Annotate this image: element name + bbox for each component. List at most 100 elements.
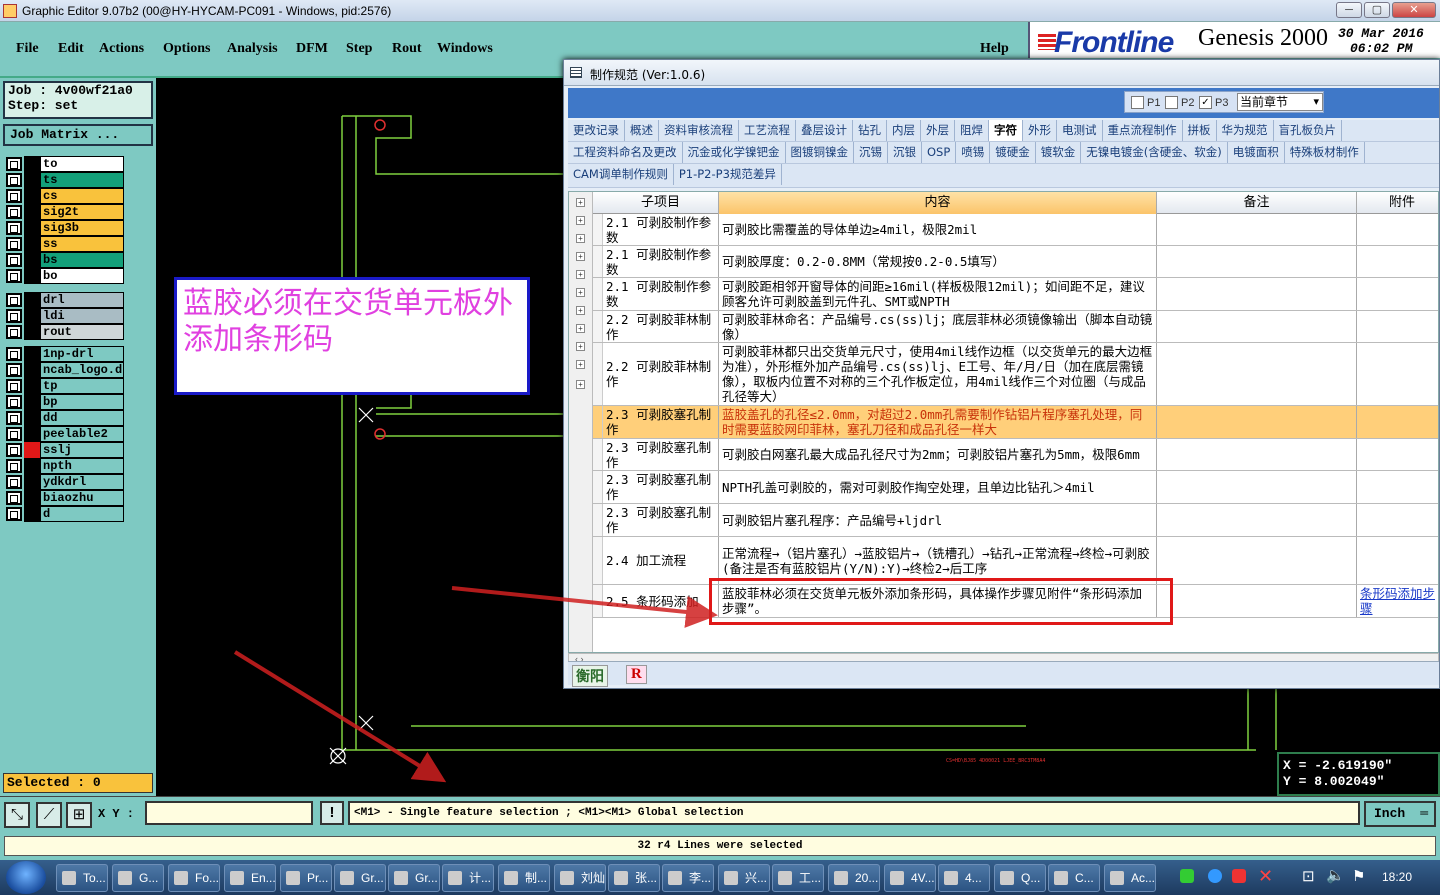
layer-color-chip[interactable]: [24, 156, 40, 172]
layer-visibility-checkbox[interactable]: [6, 491, 22, 505]
tab-item[interactable]: 叠层设计: [796, 120, 853, 141]
layer-color-chip[interactable]: [24, 308, 40, 324]
footer-tab-hengyang[interactable]: 衡阳: [572, 665, 608, 687]
layer-color-chip[interactable]: [24, 324, 40, 340]
filter-p1-checkbox[interactable]: [1131, 96, 1144, 109]
taskbar-app[interactable]: 制...: [498, 864, 550, 892]
layer-visibility-checkbox[interactable]: [6, 269, 22, 283]
layer-color-chip[interactable]: [24, 490, 40, 506]
cell-attachment-link[interactable]: [1357, 343, 1438, 405]
expand-icon[interactable]: +: [576, 216, 585, 225]
expand-icon[interactable]: +: [576, 324, 585, 333]
taskbar-app[interactable]: 兴...: [718, 864, 770, 892]
layer-color-chip[interactable]: [24, 268, 40, 284]
tab-item[interactable]: 沉锡: [854, 142, 888, 163]
row-indicator[interactable]: [593, 471, 603, 503]
layer-row[interactable]: rout: [6, 324, 124, 340]
tray-app-icon[interactable]: [1208, 869, 1222, 883]
expand-icon[interactable]: +: [576, 234, 585, 243]
layer-color-chip[interactable]: [24, 362, 40, 378]
tab-item[interactable]: 镀软金: [1036, 142, 1082, 163]
row-indicator[interactable]: [593, 311, 603, 342]
tab-item[interactable]: 重点流程制作: [1103, 120, 1183, 141]
menu-help[interactable]: Help: [980, 41, 1009, 57]
cell-attachment-link[interactable]: [1357, 537, 1438, 584]
tab-item[interactable]: 华为规范: [1217, 120, 1274, 141]
layer-visibility-checkbox[interactable]: [6, 309, 22, 323]
layer-color-chip[interactable]: [24, 252, 40, 268]
table-row[interactable]: 2.3 可剥胶塞孔制作 NPTH孔盖可剥胶的，需对可剥胶作掏空处理，且单边比钻孔＞…: [593, 471, 1438, 504]
table-row[interactable]: 2.3 可剥胶塞孔制作 可剥胶白网塞孔最大成品孔径尺寸为2mm；可剥胶铝片塞孔为5…: [593, 439, 1438, 471]
taskbar-app[interactable]: 4V...: [884, 864, 936, 892]
maximize-button[interactable]: ▢: [1364, 2, 1390, 18]
tab-item[interactable]: 喷锡: [956, 142, 991, 163]
layer-color-chip[interactable]: [24, 410, 40, 426]
layer-visibility-checkbox[interactable]: [6, 221, 22, 235]
tab-item[interactable]: 概述: [625, 120, 659, 141]
layer-color-chip[interactable]: [24, 236, 40, 252]
menu-step[interactable]: Step: [346, 41, 372, 57]
layer-visibility-checkbox[interactable]: [6, 411, 22, 425]
layer-visibility-checkbox[interactable]: [6, 173, 22, 187]
cell-attachment-link[interactable]: 条形码添加步骤: [1357, 585, 1438, 617]
layer-row[interactable]: ss: [6, 236, 124, 252]
menu-edit[interactable]: Edit: [58, 41, 84, 57]
layer-visibility-checkbox[interactable]: [6, 507, 22, 521]
tab-item[interactable]: 外层: [921, 120, 955, 141]
layer-row[interactable]: cs: [6, 188, 124, 204]
tab-item[interactable]: OSP: [922, 142, 957, 163]
menu-file[interactable]: File: [16, 41, 39, 57]
layer-visibility-checkbox[interactable]: [6, 253, 22, 267]
tray-app-icon[interactable]: ✕: [1258, 866, 1273, 887]
tab-item[interactable]: 无镍电镀金(含硬金、软金): [1081, 142, 1228, 163]
tab-item[interactable]: 工程资料命名及更改: [568, 142, 683, 163]
taskbar-app[interactable]: Gr...: [334, 864, 386, 892]
column-header-attachment[interactable]: 附件: [1357, 192, 1438, 214]
layer-visibility-checkbox[interactable]: [6, 293, 22, 307]
footer-tab-r[interactable]: R: [626, 665, 647, 684]
layer-color-chip[interactable]: [24, 442, 40, 458]
layer-row[interactable]: sig2t: [6, 204, 124, 220]
layer-row[interactable]: bp: [6, 394, 124, 410]
table-row[interactable]: 2.1 可剥胶制作参数 可剥胶距相邻开窗导体的间距≥16mil(样板极限12mil…: [593, 278, 1438, 311]
layer-visibility-checkbox[interactable]: [6, 237, 22, 251]
layer-row[interactable]: d: [6, 506, 124, 522]
tab-item[interactable]: 外形: [1023, 120, 1057, 141]
taskbar-app[interactable]: 张...: [608, 864, 660, 892]
column-header-note[interactable]: 备注: [1157, 192, 1357, 214]
tab-item[interactable]: 电测试: [1057, 120, 1103, 141]
taskbar-app[interactable]: 工...: [772, 864, 824, 892]
layer-visibility-checkbox[interactable]: [6, 395, 22, 409]
start-button[interactable]: [6, 861, 46, 894]
minimize-button[interactable]: ─: [1336, 2, 1362, 18]
tab-item[interactable]: 资料审核流程: [659, 120, 739, 141]
layer-color-chip[interactable]: [24, 474, 40, 490]
tab-item[interactable]: CAM调单制作规则: [568, 164, 674, 185]
expand-icon[interactable]: +: [576, 306, 585, 315]
layer-color-chip[interactable]: [24, 172, 40, 188]
layer-row[interactable]: ldi: [6, 308, 124, 324]
cell-attachment-link[interactable]: [1357, 504, 1438, 536]
taskbar-app[interactable]: Ac...: [1104, 864, 1156, 892]
zoom-window-icon[interactable]: ⤡: [4, 802, 30, 828]
layer-color-chip[interactable]: [24, 188, 40, 204]
menu-actions[interactable]: Actions: [99, 41, 144, 57]
table-row[interactable]: 2.3 可剥胶塞孔制作 可剥胶铝片塞孔程序：产品编号+ljdrl: [593, 504, 1438, 537]
column-header-subitem[interactable]: 子项目: [603, 192, 719, 214]
chapter-select[interactable]: 当前章节: [1237, 93, 1323, 111]
row-indicator[interactable]: [593, 537, 603, 584]
tab-item[interactable]: 电镀面积: [1228, 142, 1285, 163]
grid-icon[interactable]: ⊞: [66, 802, 92, 828]
row-indicator[interactable]: [593, 504, 603, 536]
expand-icon[interactable]: +: [576, 270, 585, 279]
layer-visibility-checkbox[interactable]: [6, 325, 22, 339]
layer-color-chip[interactable]: [24, 378, 40, 394]
cell-attachment-link[interactable]: [1357, 439, 1438, 470]
layer-row[interactable]: 1np-drl: [6, 346, 124, 362]
layer-visibility-checkbox[interactable]: [6, 157, 22, 171]
tab-item[interactable]: 沉银: [888, 142, 922, 163]
layer-row[interactable]: sig3b: [6, 220, 124, 236]
layer-visibility-checkbox[interactable]: [6, 363, 22, 377]
menu-rout[interactable]: Rout: [392, 41, 422, 57]
table-row[interactable]: 2.3 可剥胶塞孔制作 蓝胶盖孔的孔径≤2.0mm，对超过2.0mm孔需要制作钻铝…: [593, 406, 1438, 439]
